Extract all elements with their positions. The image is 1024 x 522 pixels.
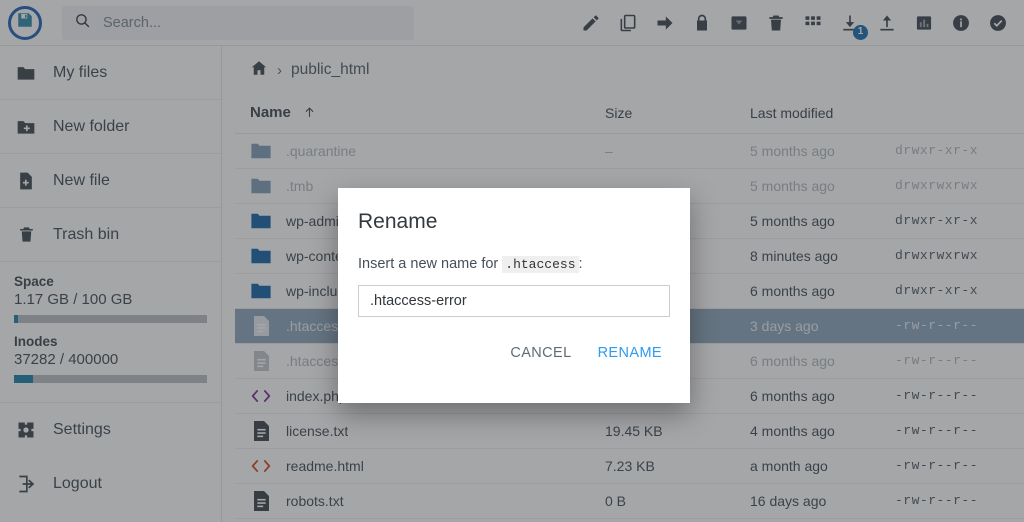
dialog-title: Rename <box>338 188 690 234</box>
dialog-prompt: Insert a new name for .htaccess: <box>338 234 690 272</box>
rename-input[interactable] <box>370 293 658 309</box>
file-manager-app: 1 My files <box>0 0 1024 522</box>
dialog-prompt-prefix: Insert a new name for <box>358 256 498 272</box>
rename-button[interactable]: RENAME <box>598 345 662 361</box>
rename-dialog: Rename Insert a new name for .htaccess: … <box>338 188 690 403</box>
dialog-actions: CANCEL RENAME <box>338 317 690 361</box>
dialog-prompt-target: .htaccess <box>502 256 578 273</box>
rename-input-wrapper[interactable] <box>358 285 670 317</box>
dialog-prompt-suffix: : <box>579 256 583 272</box>
cancel-button[interactable]: CANCEL <box>510 345 571 361</box>
